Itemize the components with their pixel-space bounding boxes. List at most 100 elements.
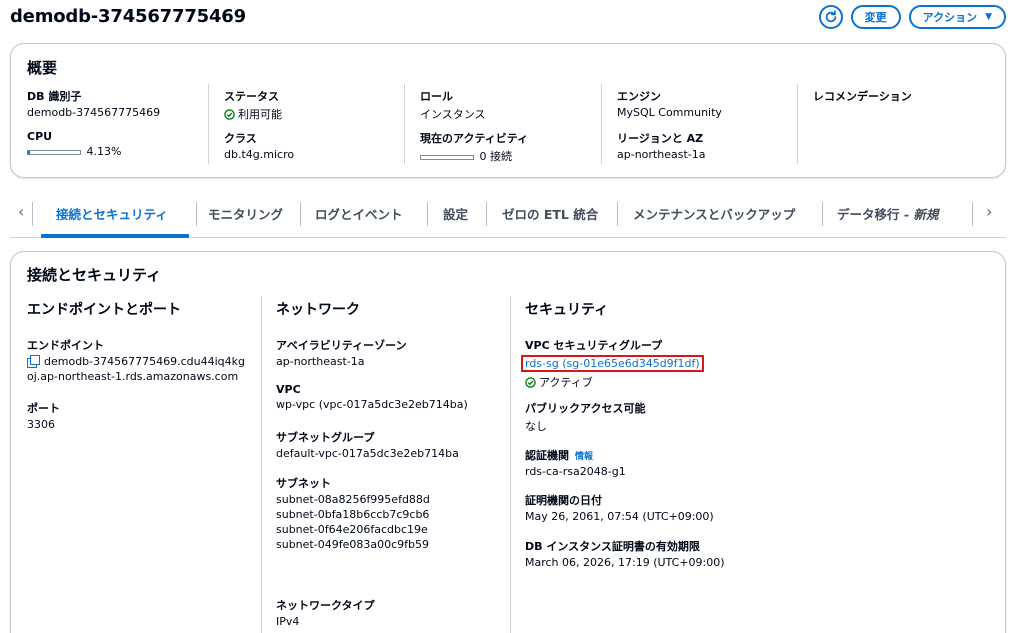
endpoint-section-title: エンドポイントとポート (27, 302, 181, 318)
port: ポート 3306 (27, 400, 60, 431)
ca-date: 証明機関の日付 May 26, 2061, 07:54 (UTC+09:00) (525, 492, 714, 523)
network-section-title: ネットワーク (276, 302, 360, 318)
connectivity-security-panel: 接続とセキュリティ エンドポイントとポート エンドポイント demodb-374… (10, 251, 1006, 633)
connectivity-title: 接続とセキュリティ (27, 266, 162, 284)
sg-label: VPC セキュリティグループ (525, 339, 663, 352)
cpu-label: CPU (27, 130, 53, 143)
az-value: ap-northeast-1a (276, 355, 365, 368)
activity-label: 現在のアクティビティ (420, 132, 529, 145)
certificate-authority: 認証機関 情報 rds-ca-rsa2048-g1 (525, 447, 626, 478)
endpoint-value-line1: demodb-374567775469.cdu44iq4kg (44, 355, 245, 368)
vpc-link[interactable]: wp-vpc (vpc-017a5dc3e2eb714ba) (276, 398, 468, 411)
subnet-link[interactable]: subnet-08a8256f995efd88d (276, 493, 430, 506)
availability-zone: アベイラビリティーゾーン ap-northeast-1a (276, 337, 407, 368)
cpu-progress-bar (27, 149, 81, 155)
vpc: VPC wp-vpc (vpc-017a5dc3e2eb714ba) (276, 383, 468, 411)
tab-connectivity-security[interactable]: 接続とセキュリティ (56, 204, 168, 223)
new-badge: 新規 (913, 207, 939, 222)
actions-button[interactable]: アクション ▼ (908, 5, 1006, 29)
subnet-group-label: サブネットグループ (276, 431, 375, 444)
role: ロール インスタンス (420, 88, 486, 122)
tab-bar: ‹ 接続とセキュリティ モニタリング ログとイベント 設定 ゼロの ETL 統合… (10, 190, 1006, 238)
security-section-title: セキュリティ (525, 302, 609, 318)
chevron-right-icon[interactable]: › (986, 202, 992, 221)
cpu-metric: CPU 4.13% (27, 130, 121, 158)
ca-label: 認証機関 (525, 449, 569, 462)
refresh-button[interactable] (818, 5, 843, 29)
subnet-group-value: default-vpc-017a5dc3e2eb714ba (276, 447, 459, 460)
subnet-link[interactable]: subnet-0bfa18b6ccb7c9cb6 (276, 508, 430, 521)
tab-data-migration-label: データ移行 - (837, 207, 914, 222)
endpoint: エンドポイント demodb-374567775469.cdu44iq4kg o… (27, 337, 245, 383)
network-type: ネットワークタイプ IPv4 (276, 597, 375, 628)
modify-button-label: 変更 (864, 11, 887, 24)
check-circle-icon (525, 376, 536, 388)
network-type-value: IPv4 (276, 615, 300, 628)
db-identifier-label: DB 識別子 (27, 90, 82, 103)
tab-maintenance-backup[interactable]: メンテナンスとバックアップ (633, 204, 795, 223)
endpoint-value-line2: oj.ap-northeast-1.rds.amazonaws.com (27, 370, 239, 383)
active-tab-indicator (41, 234, 189, 238)
modify-button[interactable]: 変更 (850, 5, 901, 29)
subnets: サブネット subnet-08a8256f995efd88d subnet-0b… (276, 475, 430, 551)
network-type-label: ネットワークタイプ (276, 599, 375, 612)
ca-value: rds-ca-rsa2048-g1 (525, 465, 626, 478)
tab-zero-etl[interactable]: ゼロの ETL 統合 (502, 204, 598, 223)
cert-expiry-value: March 06, 2026, 17:19 (UTC+09:00) (525, 556, 725, 569)
cert-expiry-label: DB インスタンス証明書の有効期限 (525, 540, 700, 553)
ca-date-label: 証明機関の日付 (525, 494, 602, 507)
vpc-security-groups: VPC セキュリティグループ rds-sg (sg-01e65e6d345d9f… (521, 337, 704, 390)
role-value: インスタンス (420, 108, 486, 121)
instance-class: クラス db.t4g.micro (224, 130, 294, 161)
cpu-value: 4.13% (86, 145, 122, 158)
tab-configuration[interactable]: 設定 (443, 204, 468, 223)
db-identifier: DB 識別子 demodb-374567775469 (27, 88, 160, 119)
tab-data-migration[interactable]: データ移行 - 新規 (837, 204, 938, 223)
region-az: リージョンと AZ ap-northeast-1a (617, 130, 705, 161)
subnets-label: サブネット (276, 477, 331, 490)
tab-monitoring[interactable]: モニタリング (208, 204, 283, 223)
summary-title: 概要 (27, 59, 58, 77)
cert-expiry: DB インスタンス証明書の有効期限 March 06, 2026, 17:19 … (525, 538, 725, 569)
chevron-left-icon[interactable]: ‹ (18, 202, 24, 221)
tab-logs-events[interactable]: ログとイベント (315, 204, 403, 223)
summary-panel: 概要 DB 識別子 demodb-374567775469 CPU 4.13% … (10, 43, 1006, 178)
region-label: リージョンと AZ (617, 132, 704, 145)
subnet-link[interactable]: subnet-0f64e206facdbc19e (276, 523, 430, 536)
status-label: ステータス (224, 90, 279, 103)
port-value: 3306 (27, 418, 55, 431)
db-identifier-value: demodb-374567775469 (27, 106, 161, 119)
check-circle-icon (224, 108, 235, 120)
cpu-progress-fill (28, 150, 31, 154)
recommendation-label: レコメンデーション (813, 90, 912, 103)
refresh-icon (825, 10, 836, 23)
engine-label: エンジン (617, 90, 661, 103)
ca-date-value: May 26, 2061, 07:54 (UTC+09:00) (525, 510, 714, 523)
page-title: demodb-374567775469 (10, 6, 246, 27)
activity-progress-bar (420, 154, 474, 160)
az-label: アベイラビリティーゾーン (276, 339, 407, 352)
region-value: ap-northeast-1a (617, 148, 706, 161)
vpc-label: VPC (276, 383, 301, 396)
engine: エンジン MySQL Community (617, 88, 722, 119)
public-access-label: パブリックアクセス可能 (525, 402, 646, 415)
activity-value: 0 接続 (479, 150, 513, 163)
status-value: 利用可能 (238, 108, 282, 121)
public-access: パブリックアクセス可能 なし (525, 400, 645, 434)
public-access-value: なし (525, 420, 547, 433)
role-label: ロール (420, 90, 453, 103)
security-group-link[interactable]: rds-sg (sg-01e65e6d345d9f1df) (521, 355, 704, 372)
recommendations: レコメンデーション (813, 88, 912, 104)
port-label: ポート (27, 402, 60, 415)
subnet-link[interactable]: subnet-049fe083a00c9fb59 (276, 538, 430, 551)
class-label: クラス (224, 132, 257, 145)
class-value: db.t4g.micro (224, 148, 295, 161)
status: ステータス 利用可能 (224, 88, 282, 122)
header-actions: 変更 アクション ▼ (818, 5, 1006, 29)
copy-icon[interactable] (27, 355, 40, 368)
caret-down-icon: ▼ (985, 12, 992, 22)
subnet-group: サブネットグループ default-vpc-017a5dc3e2eb714ba (276, 429, 459, 460)
actions-button-label: アクション (922, 11, 978, 24)
ca-info-link[interactable]: 情報 (575, 452, 593, 462)
endpoint-label: エンドポイント (27, 339, 104, 352)
